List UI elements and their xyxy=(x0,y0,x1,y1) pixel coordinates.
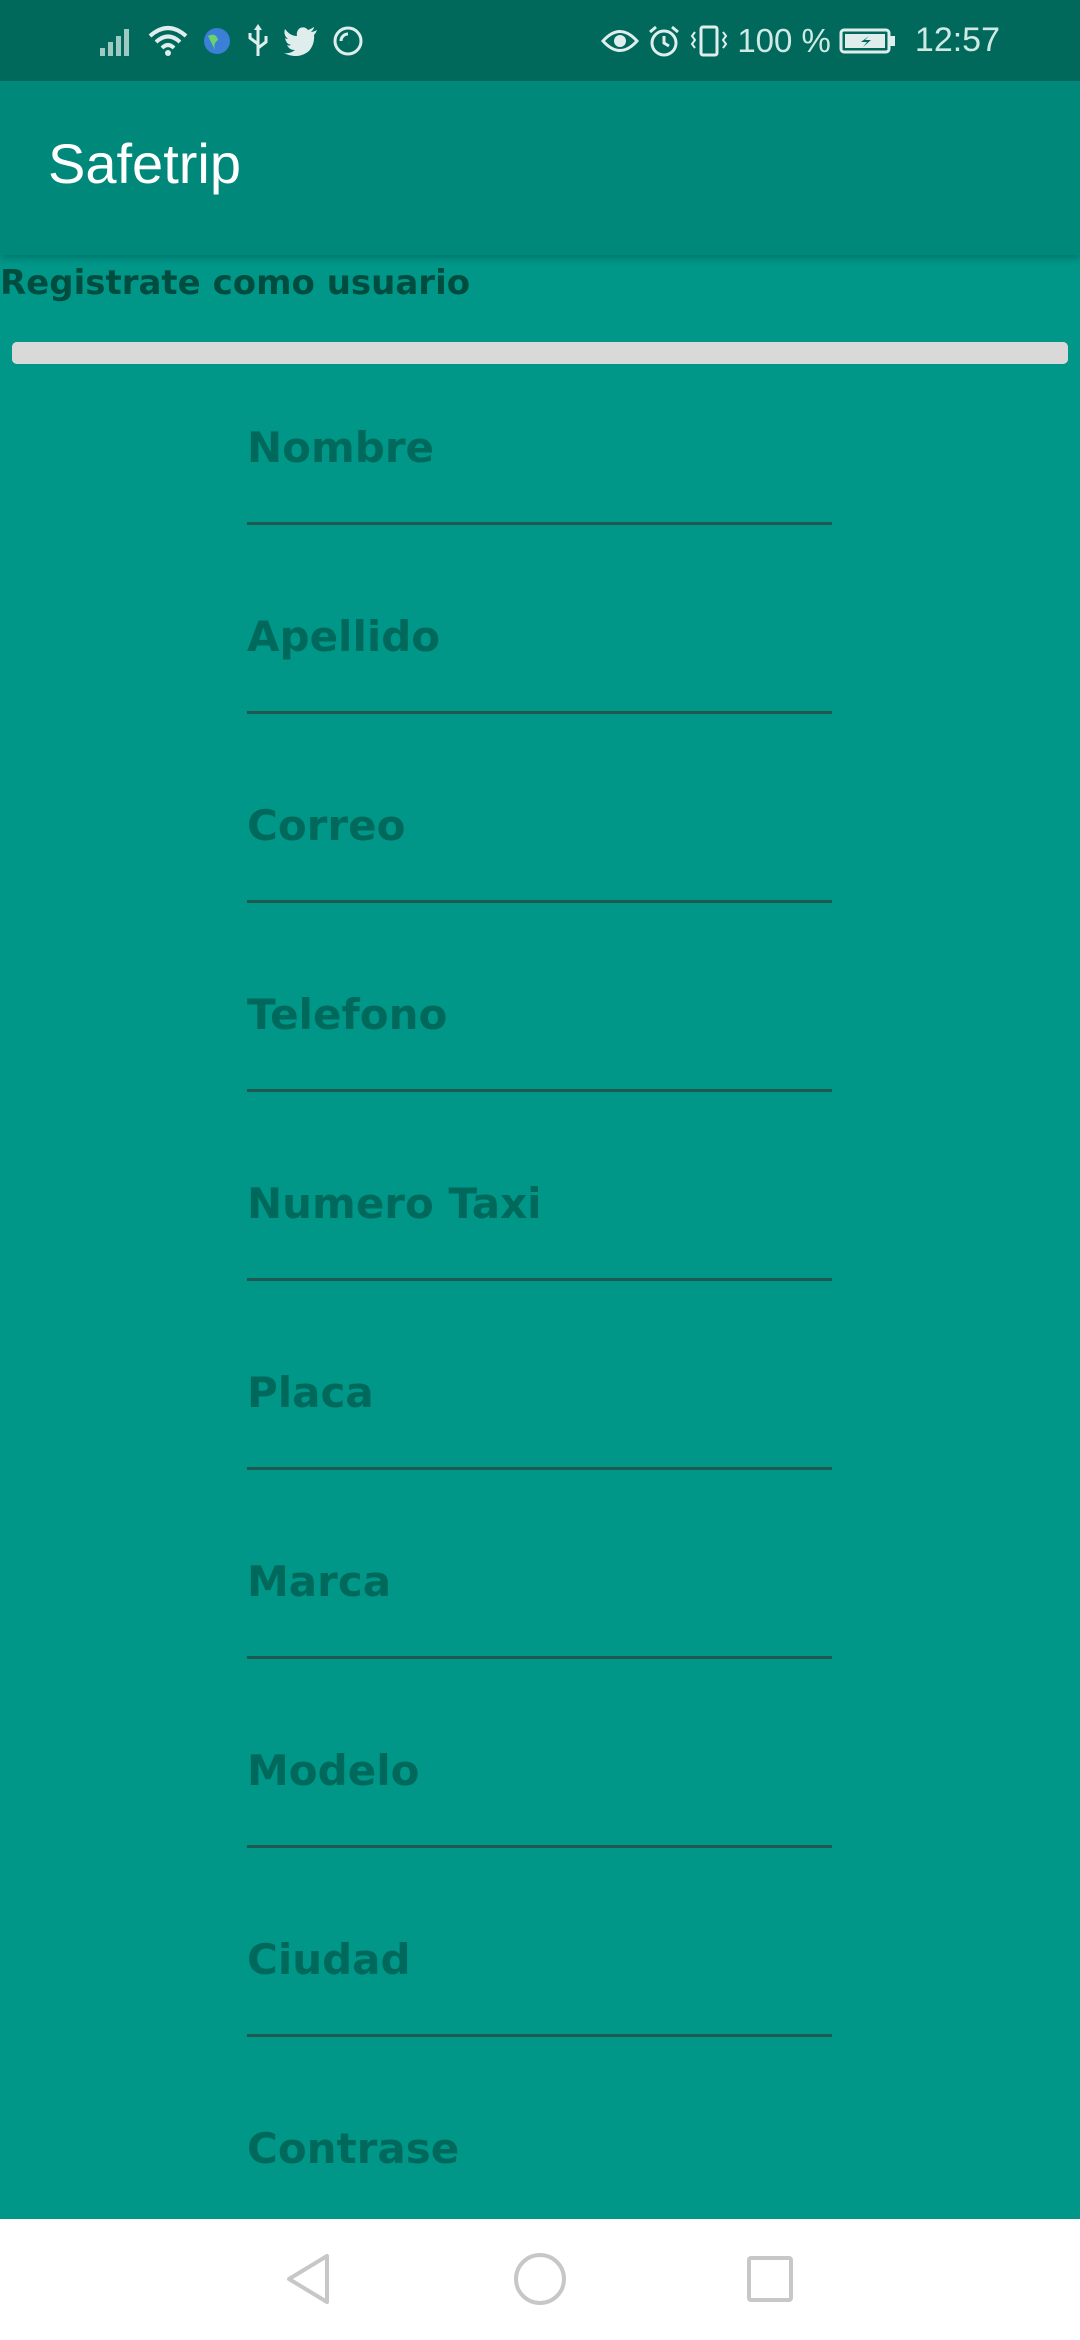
placa-field[interactable]: Placa xyxy=(247,1350,832,1470)
recents-button[interactable] xyxy=(740,2249,800,2309)
progress-bar xyxy=(12,342,1068,364)
telefono-field[interactable]: Telefono xyxy=(247,972,832,1092)
registration-form[interactable]: Registrate como usuario Nombre Apellido Co… xyxy=(0,255,1080,2219)
app-bar: Safetrip xyxy=(0,81,1080,255)
eye-icon xyxy=(601,28,640,54)
status-right-icons: 100 % 12:57 xyxy=(601,0,1000,81)
sync-icon xyxy=(332,25,364,57)
back-icon xyxy=(287,2254,329,2304)
status-left-icons xyxy=(100,0,364,81)
field-underline xyxy=(247,1845,832,1848)
battery-level: 100 % xyxy=(737,21,831,59)
numero-taxi-field[interactable]: Numero Taxi xyxy=(247,1161,832,1281)
field-label: Nombre xyxy=(247,423,435,472)
apellido-field[interactable]: Apellido xyxy=(247,594,832,714)
ciudad-field[interactable]: Ciudad xyxy=(247,1917,832,2037)
field-underline xyxy=(247,1278,832,1281)
field-label: Ciudad xyxy=(247,1935,411,1984)
usb-icon xyxy=(246,23,270,58)
navigation-bar xyxy=(0,2219,1080,2340)
field-underline xyxy=(247,900,832,903)
field-label: Contrase xyxy=(247,2124,460,2173)
nombre-field[interactable]: Nombre xyxy=(247,405,832,525)
field-underline xyxy=(247,1467,832,1470)
marca-field[interactable]: Marca xyxy=(247,1539,832,1659)
app-title: Safetrip xyxy=(48,132,241,195)
correo-field[interactable]: Correo xyxy=(247,783,832,903)
twitter-icon xyxy=(284,26,318,56)
field-underline xyxy=(247,1089,832,1092)
recents-icon xyxy=(747,2256,793,2302)
vibrate-icon xyxy=(689,24,729,58)
modelo-field[interactable]: Modelo xyxy=(247,1728,832,1848)
contrasena-field[interactable]: Contrase xyxy=(247,2106,832,2219)
signal-icon xyxy=(100,26,134,56)
section-heading: Registrate como usuario xyxy=(0,263,471,303)
field-underline xyxy=(247,2034,832,2037)
field-underline xyxy=(247,522,832,525)
field-label: Apellido xyxy=(247,612,441,661)
wifi-icon xyxy=(148,24,188,58)
field-label: Numero Taxi xyxy=(247,1179,542,1228)
alarm-icon xyxy=(647,24,681,58)
vpn-globe-icon xyxy=(202,26,232,56)
field-underline xyxy=(247,711,832,714)
field-label: Telefono xyxy=(247,990,448,1039)
field-underline xyxy=(247,1656,832,1659)
back-button[interactable] xyxy=(278,2249,338,2309)
field-label: Marca xyxy=(247,1557,392,1606)
progress-fill xyxy=(12,342,1068,364)
home-button[interactable] xyxy=(510,2249,570,2309)
field-label: Modelo xyxy=(247,1746,420,1795)
home-icon xyxy=(514,2253,566,2305)
status-bar: 100 % 12:57 xyxy=(0,0,1080,81)
field-label: Correo xyxy=(247,801,406,850)
field-label: Placa xyxy=(247,1368,374,1417)
clock: 12:57 xyxy=(914,21,1000,59)
battery-icon xyxy=(839,27,897,55)
